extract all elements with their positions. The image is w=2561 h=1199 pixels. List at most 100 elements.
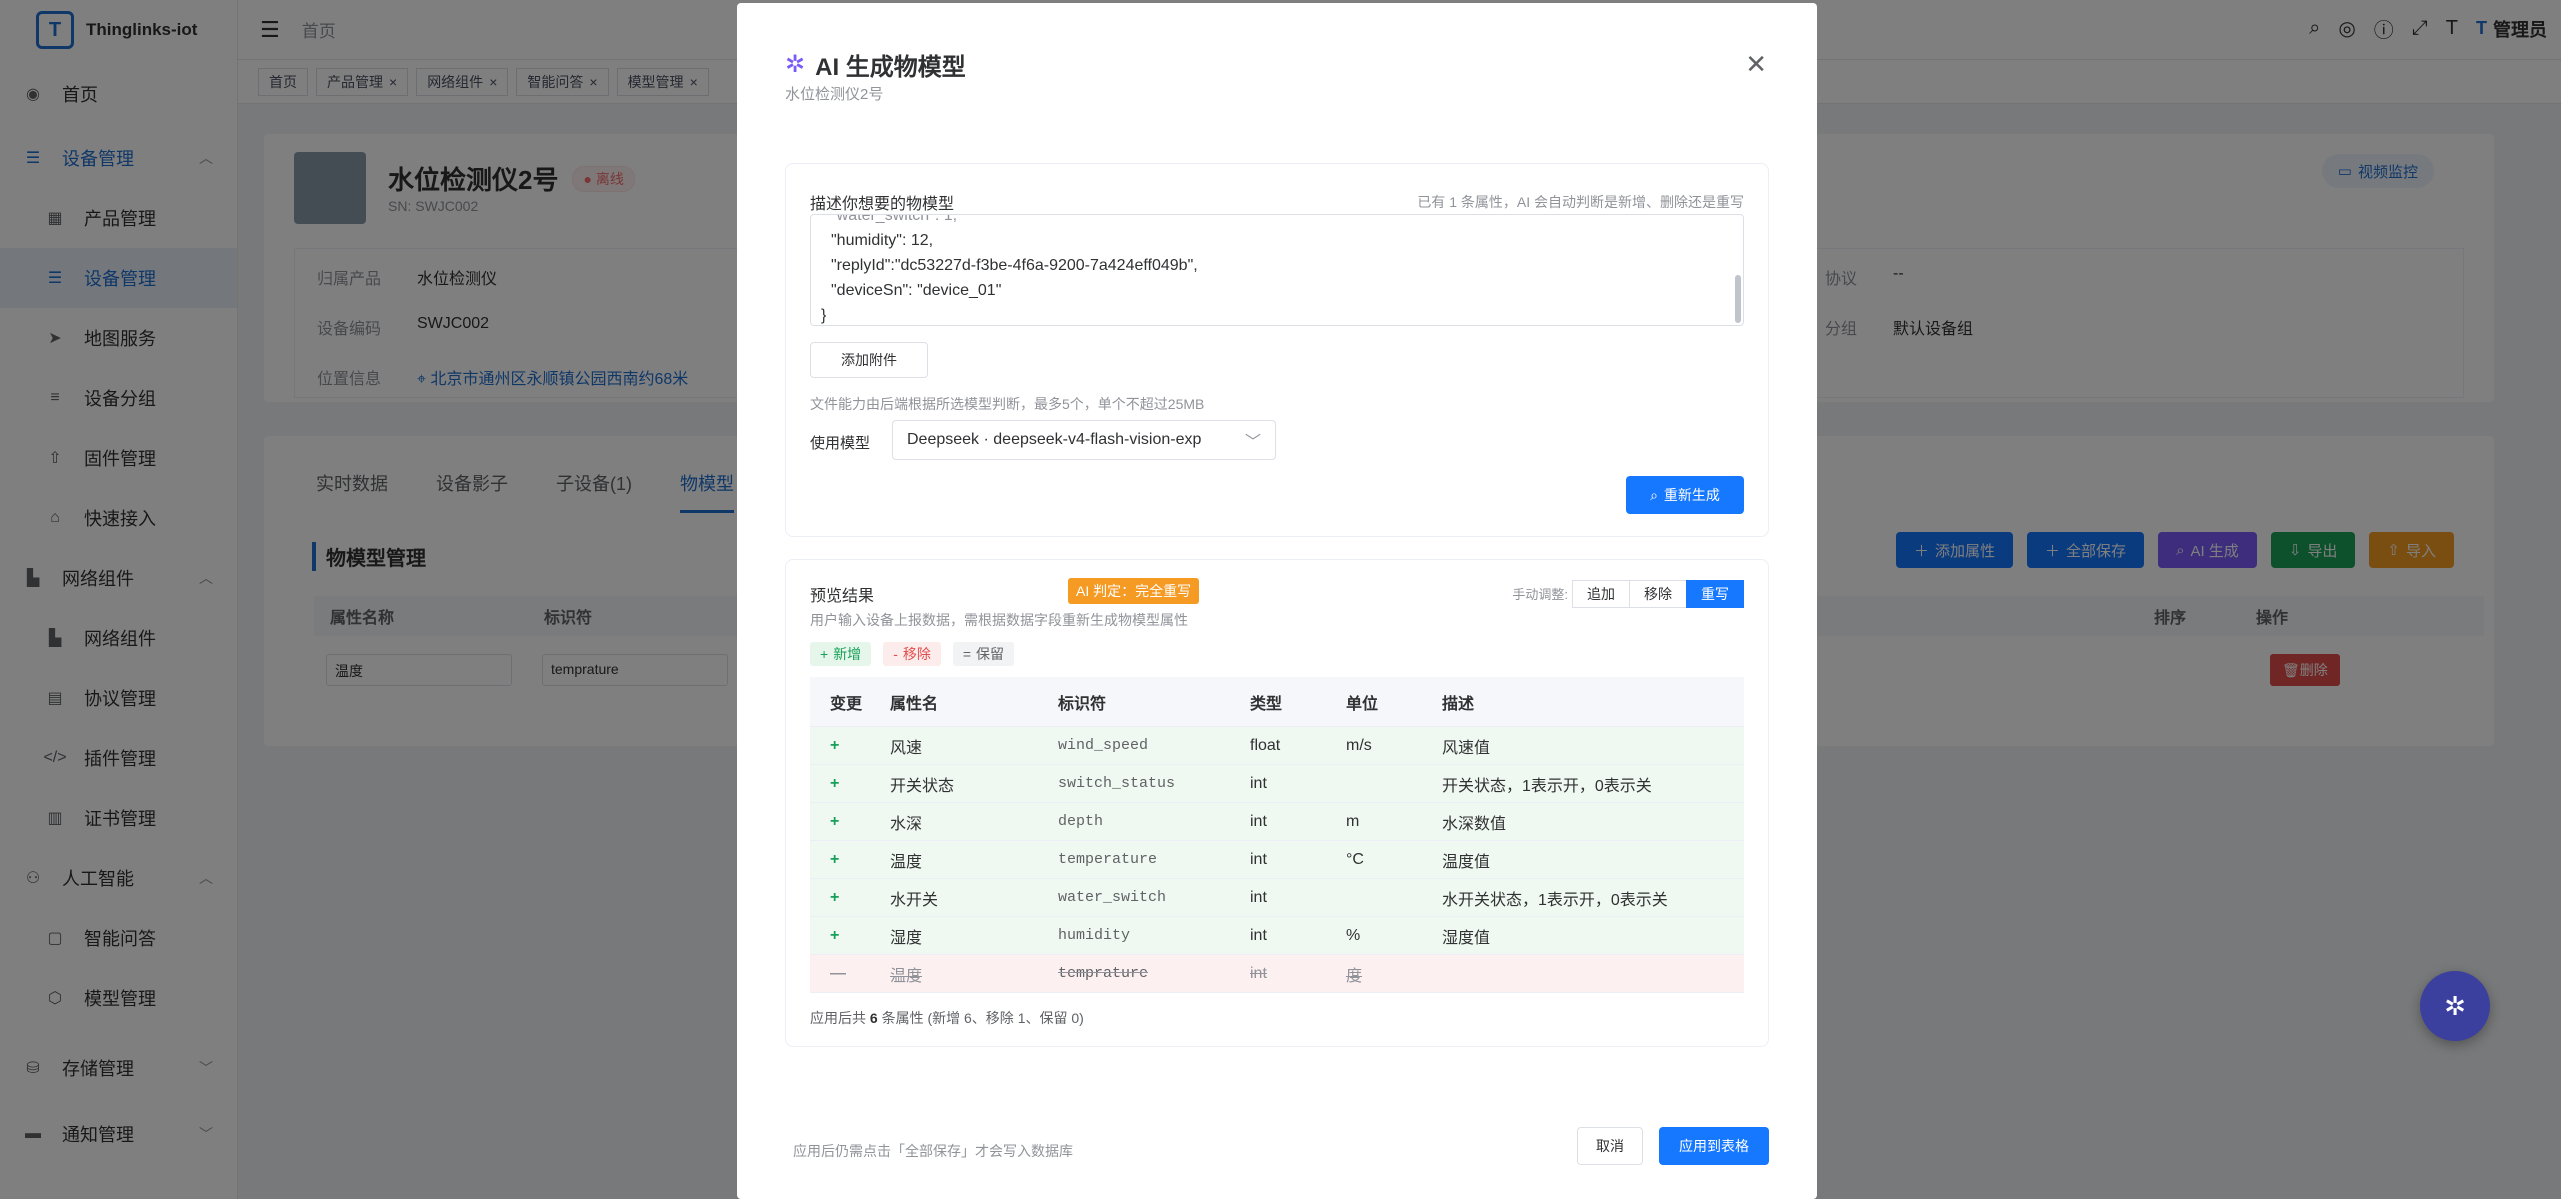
code-line: "replyId":"dc53227d-f3be-4f6a-9200-7a424… — [831, 257, 1198, 274]
regenerate-button[interactable]: ⌕ 重新生成 — [1626, 476, 1744, 514]
cell-id: switch_status — [1058, 775, 1176, 792]
cell-unit: % — [1346, 926, 1361, 944]
chip-label: 移除 — [902, 646, 931, 662]
cell-name: 湿度 — [890, 929, 923, 947]
textarea-scrollbar[interactable] — [1735, 275, 1741, 323]
table-row: + 水开关 water_switch int 水开关状态，1表示开，0表示关 — [810, 879, 1744, 917]
cell-name: 开关状态 — [890, 777, 955, 795]
table-row: — 温度 temprature int 度 — [810, 955, 1744, 993]
table-row: + 开关状态 switch_status int 开关状态，1表示开，0表示关 — [810, 765, 1744, 803]
dialog-title: ✲ AI 生成物模型 — [785, 47, 966, 82]
cell-desc: 风速值 — [1442, 739, 1491, 757]
code-line: "water_switch": 1, — [831, 214, 958, 224]
cell-desc: 水深数值 — [1442, 815, 1507, 833]
change-mark: + — [830, 850, 840, 868]
preview-label: 预览结果 — [810, 588, 875, 605]
dialog-title-text: AI 生成物模型 — [815, 54, 966, 81]
cell-unit: °C — [1346, 850, 1364, 868]
table-row: + 湿度 humidity int% 湿度值 — [810, 917, 1744, 955]
preview-hint: 用户输入设备上报数据，需根据数据字段重新生成物模型属性 — [810, 612, 1188, 628]
table-row: + 温度 temperature int °C 温度值 — [810, 841, 1744, 879]
legend-chips: + 新增 - 移除 = 保留 — [810, 642, 1015, 666]
chip-add: + 新增 — [810, 642, 872, 666]
change-mark: + — [830, 812, 840, 830]
summary-text: 应用后共 — [810, 1010, 866, 1026]
cell-name: 水开关 — [890, 891, 939, 909]
cell-type: int — [1250, 774, 1267, 792]
cell-type: int — [1250, 850, 1267, 868]
cell-id: temprature — [1058, 965, 1149, 982]
apply-button[interactable]: 应用到表格 — [1659, 1127, 1769, 1165]
summary-text: 条属性 (新增 6、移除 1、保留 0) — [881, 1010, 1084, 1026]
column-header: 变更 — [830, 695, 863, 713]
chevron-down-icon: ﹀ — [1244, 434, 1261, 451]
chip-symbol: = — [962, 646, 972, 662]
spinner-icon: ✲ — [2444, 990, 2466, 1021]
table-header: 变更 属性名 标识符 类型 单位 描述 — [810, 677, 1744, 727]
mode-rewrite[interactable]: 重写 — [1686, 580, 1744, 608]
cancel-button[interactable]: 取消 — [1577, 1127, 1643, 1165]
change-mark: + — [830, 926, 840, 944]
column-header: 类型 — [1250, 695, 1283, 713]
cell-type: int — [1250, 888, 1267, 906]
change-mark: + — [830, 774, 840, 792]
describe-hint: 已有 1 条属性，AI 会自动判断是新增、删除还是重写 — [1417, 194, 1744, 210]
model-select-value: Deepseek · deepseek-v4-flash-vision-exp — [907, 431, 1202, 448]
code-line: } — [821, 307, 827, 324]
mode-append[interactable]: 追加 — [1572, 580, 1630, 608]
chip-label: 新增 — [833, 646, 862, 662]
mode-segmented-control: 追加 移除 重写 — [1572, 580, 1744, 608]
table-row: + 风速 wind_speed float m/s 风速值 — [810, 727, 1744, 765]
cell-desc: 开关状态，1表示开，0表示关 — [1442, 777, 1652, 795]
cell-id: wind_speed — [1058, 737, 1149, 754]
ai-generate-dialog: ✲ AI 生成物模型 水位检测仪2号 ✕ 描述你想要的物模型 已有 1 条属性，A… — [737, 3, 1817, 1199]
model-label: 使用模型 — [810, 435, 871, 452]
cell-name: 温度 — [890, 853, 923, 871]
close-icon[interactable]: ✕ — [1745, 49, 1767, 80]
footer-note: 应用后仍需点击「全部保存」才会写入数据库 — [793, 1143, 1073, 1159]
cell-name: 水深 — [890, 815, 923, 833]
change-mark: — — [830, 964, 846, 982]
mode-remove[interactable]: 移除 — [1629, 580, 1687, 608]
cell-type: float — [1250, 736, 1281, 754]
change-mark: + — [830, 888, 840, 906]
cell-unit: 度 — [1346, 967, 1363, 985]
ai-verdict-badge: AI 判定：完全重写 — [1068, 578, 1200, 604]
describe-panel: 描述你想要的物模型 已有 1 条属性，AI 会自动判断是新增、删除还是重写 "w… — [785, 163, 1769, 537]
change-mark: + — [830, 736, 840, 754]
column-header: 单位 — [1346, 695, 1379, 713]
apply-summary: 应用后共 6 条属性 (新增 6、移除 1、保留 0) — [810, 1008, 1084, 1028]
cell-desc: 湿度值 — [1442, 929, 1491, 947]
column-header: 标识符 — [1058, 695, 1107, 713]
manual-adjust-label: 手动调整: — [1512, 587, 1568, 602]
cell-id: depth — [1058, 813, 1104, 830]
add-attachment-button[interactable]: 添加附件 — [810, 342, 928, 378]
cell-unit: m/s — [1346, 736, 1372, 754]
cell-name: 温度 — [890, 967, 923, 985]
model-select[interactable]: Deepseek · deepseek-v4-flash-vision-exp ﹀ — [892, 420, 1276, 460]
prompt-textarea[interactable]: "water_switch": 1, "humidity": 12, "repl… — [810, 214, 1744, 326]
chip-keep: = 保留 — [952, 642, 1015, 666]
summary-count: 6 — [869, 1010, 878, 1026]
cell-id: humidity — [1058, 927, 1131, 944]
dialog-subtitle: 水位检测仪2号 — [785, 86, 884, 103]
cell-id: temperature — [1058, 851, 1158, 868]
chip-remove: - 移除 — [883, 642, 941, 666]
cell-name: 风速 — [890, 739, 923, 757]
preview-panel: 预览结果 AI 判定：完全重写 用户输入设备上报数据，需根据数据字段重新生成物模… — [785, 559, 1769, 1047]
file-hint: 文件能力由后端根据所选模型判断，最多5个，单个不超过25MB — [810, 396, 1205, 412]
cell-type: int — [1250, 964, 1267, 982]
preview-table: 变更 属性名 标识符 类型 单位 描述 + 风速 wind_speed float m/… — [810, 677, 1744, 993]
chip-symbol: - — [893, 646, 898, 662]
chip-symbol: + — [820, 646, 829, 662]
spinner-icon: ✲ — [785, 51, 806, 78]
cell-desc: 温度值 — [1442, 853, 1491, 871]
cell-unit: m — [1346, 812, 1360, 830]
cell-id: water_switch — [1058, 889, 1167, 906]
app-root: T Thinglinks-iot ◉首页 ☰设备管理︿ ▦产品管理 ☰设备管理 … — [0, 0, 2561, 1199]
ai-assistant-fab[interactable]: ✲ — [2420, 971, 2490, 1041]
cell-desc: 水开关状态，1表示开，0表示关 — [1442, 891, 1668, 909]
code-line: "humidity": 12, — [831, 232, 934, 249]
cell-type: int — [1250, 926, 1267, 944]
chip-label: 保留 — [976, 646, 1005, 662]
